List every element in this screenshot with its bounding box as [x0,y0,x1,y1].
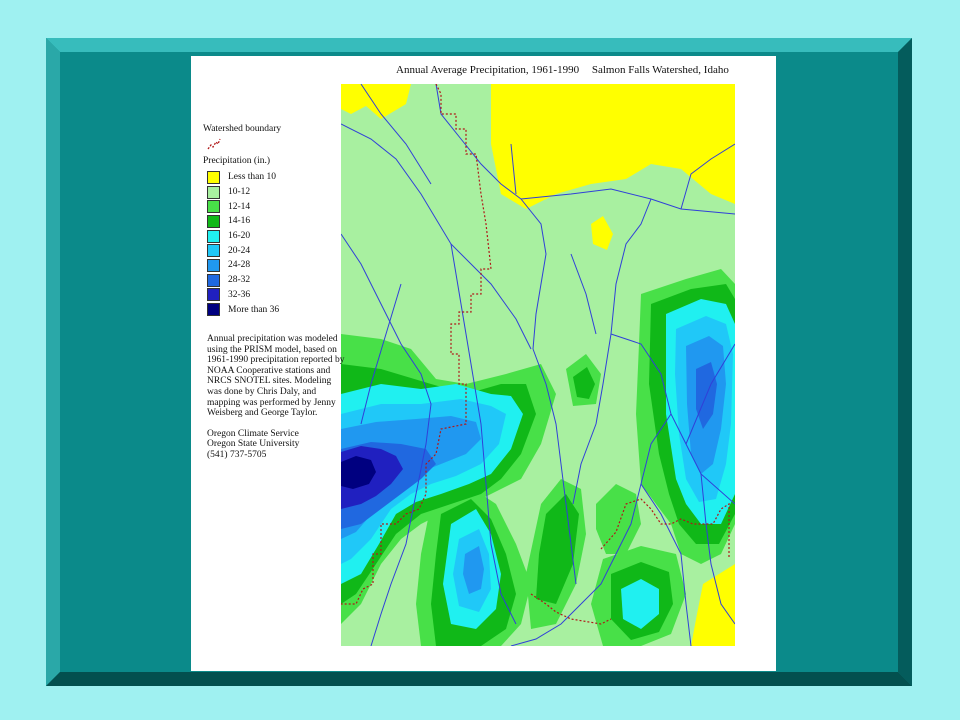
legend-color-swatch [207,185,220,199]
legend-item: 28-32 [203,273,328,288]
legend-item: Less than 10 [203,170,328,185]
credit-line: Oregon State University [207,439,300,450]
legend-item-label: 28-32 [228,275,251,286]
legend-color-swatch [207,273,220,287]
legend-item-label: 16-20 [228,231,251,242]
legend-item-label: 10-12 [228,187,251,198]
legend-item-label: 20-24 [228,245,251,256]
precipitation-map [341,84,735,646]
legend-item-label: 24-28 [228,260,251,271]
legend-item: More than 36 [203,302,328,317]
boundary-line-swatch [207,138,221,150]
map-panel: Annual Average Precipitation, 1961-1990 … [191,56,776,671]
legend-color-swatch [207,288,220,302]
map-notes: Annual precipitation was modeled using t… [207,334,347,461]
legend-color-swatch [207,200,220,214]
legend-item-label: More than 36 [228,304,280,315]
notes-credits: Oregon Climate Service Oregon State Univ… [207,429,347,461]
map-region-text: Salmon Falls Watershed, Idaho [591,64,729,76]
legend-color-swatch [207,303,220,317]
map-legend: Watershed boundary Precipitation (in.) L… [203,124,328,317]
legend-color-swatch [207,229,220,243]
credit-line: (541) 737-5705 [207,449,267,460]
legend-item: 20-24 [203,243,328,258]
legend-item: 12-14 [203,199,328,214]
legend-item: 32-36 [203,288,328,303]
legend-item: 24-28 [203,258,328,273]
legend-color-swatch [207,244,220,258]
map-title: Annual Average Precipitation, 1961-1990 … [396,64,776,76]
legend-color-swatch [207,170,220,184]
legend-color-swatch [207,214,220,228]
legend-item-label: 32-36 [228,289,251,300]
legend-boundary-label: Watershed boundary [203,124,282,134]
legend-item-label: 12-14 [228,201,251,212]
legend-items: Less than 10 10-12 12-14 14-16 16-20 20-24 24-… [203,170,328,317]
legend-color-swatch [207,258,220,272]
legend-precip-heading: Precipitation (in.) [203,156,271,166]
legend-item: 14-16 [203,214,328,229]
legend-item-label: Less than 10 [228,172,277,183]
credit-line: Oregon Climate Service [207,428,299,439]
map-title-text: Annual Average Precipitation, 1961-1990 [396,64,580,76]
legend-item: 16-20 [203,229,328,244]
legend-item-label: 14-16 [228,216,251,227]
notes-description: Annual precipitation was modeled using t… [207,334,345,419]
legend-item: 10-12 [203,185,328,200]
